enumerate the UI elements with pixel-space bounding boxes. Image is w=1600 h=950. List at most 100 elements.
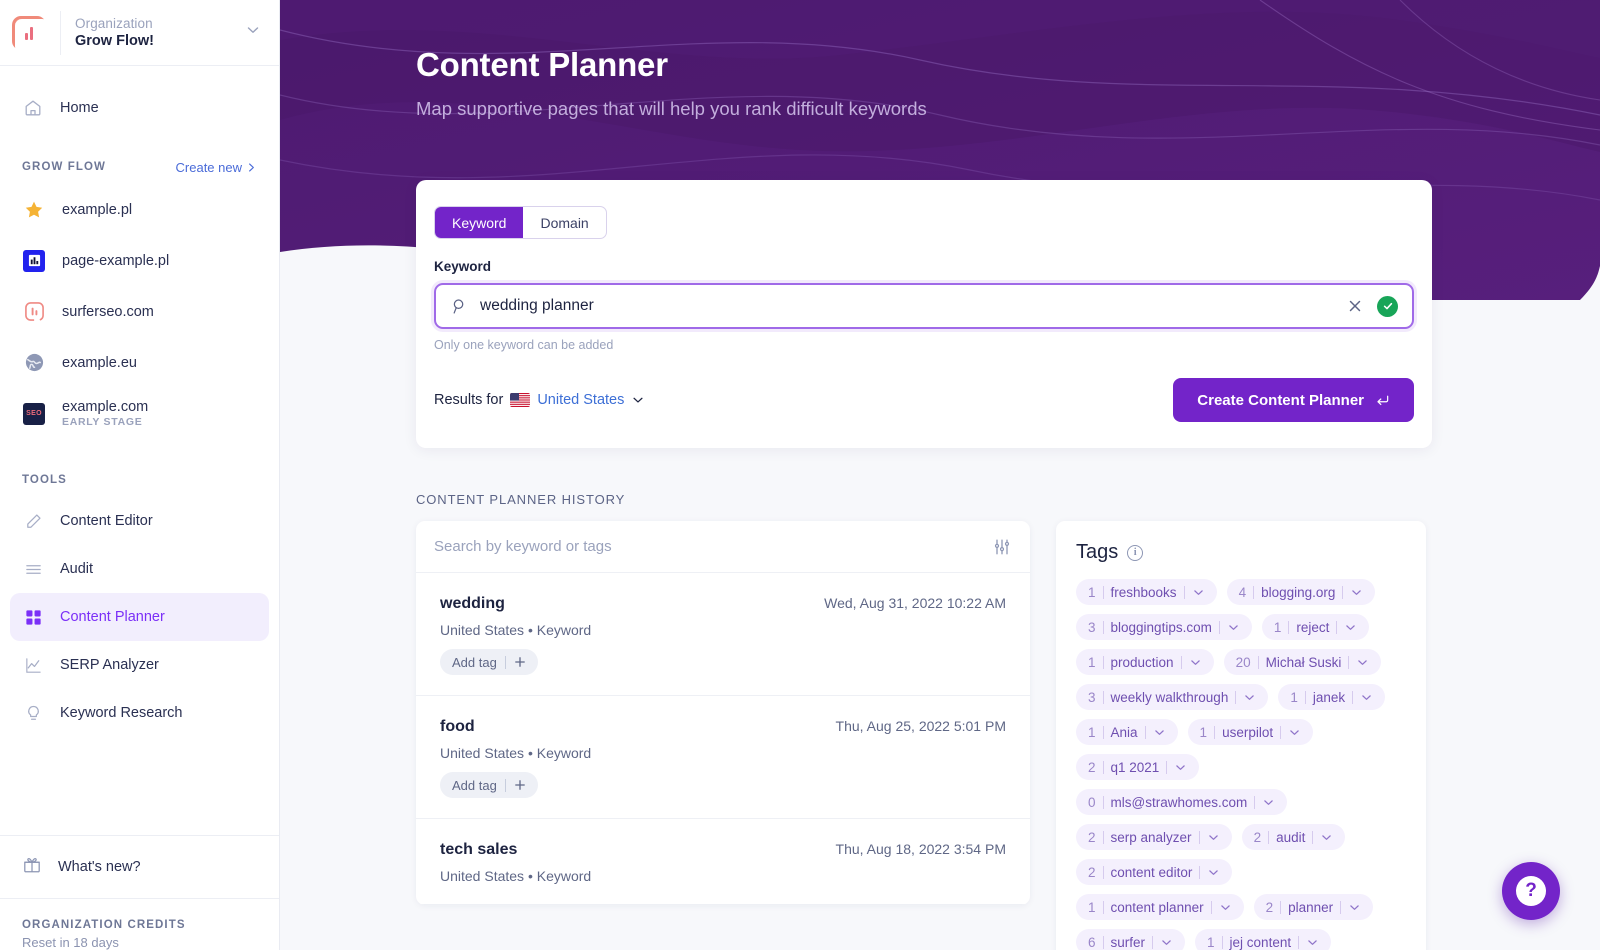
info-circle-icon[interactable]: i <box>1127 545 1143 561</box>
sliders-icon[interactable] <box>992 537 1012 557</box>
chevron-right-icon <box>246 162 257 173</box>
chevron-down-icon[interactable] <box>1243 691 1256 704</box>
tag-pill[interactable]: 1 jej content <box>1195 929 1331 950</box>
history-search-input[interactable]: Search by keyword or tags <box>434 538 612 555</box>
line-chart-icon <box>22 654 44 676</box>
chevron-down-icon[interactable] <box>1160 936 1173 949</box>
close-x-icon[interactable] <box>1347 298 1363 314</box>
tag-label: planner <box>1288 900 1333 915</box>
chevron-down-icon[interactable] <box>1344 621 1357 634</box>
whats-new-button[interactable]: What's new? <box>0 835 279 899</box>
tag-count: 20 <box>1236 655 1251 670</box>
tag-pill[interactable]: 20 Michał Suski <box>1224 649 1382 675</box>
tag-label: Michał Suski <box>1266 655 1342 670</box>
chevron-down-icon[interactable] <box>1350 586 1363 599</box>
tag-pill[interactable]: 2content editor <box>1076 859 1232 885</box>
chevron-down-icon[interactable] <box>1227 621 1240 634</box>
chevron-down-icon[interactable] <box>1207 866 1220 879</box>
sidebar-item-keyword-research[interactable]: Keyword Research <box>10 689 269 737</box>
tag-pill[interactable]: 1production <box>1076 649 1214 675</box>
sidebar-item-content-editor[interactable]: Content Editor <box>10 497 269 545</box>
organization-name: Grow Flow! <box>75 33 154 49</box>
sidebar-project-surferseo-com[interactable]: surferseo.com <box>0 286 279 337</box>
chevron-down-icon[interactable] <box>1320 831 1333 844</box>
tag-label: bloggingtips.com <box>1111 620 1212 635</box>
organization-switcher[interactable]: Organization Grow Flow! <box>0 0 279 66</box>
tag-pill[interactable]: 2q1 2021 <box>1076 754 1199 780</box>
tag-count: 2 <box>1088 830 1096 845</box>
tag-label: production <box>1111 655 1174 670</box>
chevron-down-icon[interactable] <box>1360 691 1373 704</box>
history-search-bar[interactable]: Search by keyword or tags <box>416 521 1030 573</box>
tag-pill[interactable]: 1freshbooks <box>1076 579 1217 605</box>
results-for: Results for United States <box>434 392 645 408</box>
tag-pill[interactable]: 3weekly walkthrough <box>1076 684 1268 710</box>
pencil-icon <box>22 510 44 532</box>
chevron-down-icon[interactable] <box>1192 586 1205 599</box>
tag-pill[interactable]: 0mls@strawhomes.com <box>1076 789 1287 815</box>
sidebar-item-content-planner[interactable]: Content Planner <box>10 593 269 641</box>
tag-pill[interactable]: 2serp analyzer <box>1076 824 1232 850</box>
chevron-down-icon[interactable] <box>1306 936 1319 949</box>
chevron-down-icon[interactable] <box>1207 831 1220 844</box>
country-selector[interactable]: United States <box>537 392 624 408</box>
history-row[interactable]: tech sales Thu, Aug 18, 2022 3:54 PM Uni… <box>416 819 1030 905</box>
tag-label: Ania <box>1111 725 1138 740</box>
divider <box>60 11 61 55</box>
chevron-down-icon[interactable] <box>1262 796 1275 809</box>
mode-toggle[interactable]: Keyword Domain <box>434 206 607 239</box>
tag-pill[interactable]: 1userpilot <box>1188 719 1314 745</box>
tag-pill[interactable]: 6surfer <box>1076 929 1185 950</box>
tag-count: 4 <box>1239 585 1247 600</box>
chevron-down-icon[interactable] <box>1174 761 1187 774</box>
help-button[interactable]: ? <box>1502 862 1560 920</box>
sidebar-item-home[interactable]: Home <box>10 84 269 132</box>
chevron-down-icon[interactable] <box>1356 656 1369 669</box>
add-tag-button[interactable]: Add tag <box>440 649 538 675</box>
tab-domain[interactable]: Domain <box>523 207 605 238</box>
history-row[interactable]: wedding Wed, Aug 31, 2022 10:22 AM Unite… <box>416 573 1030 696</box>
content-planner-history-card: Search by keyword or tags wedding Wed, <box>416 521 1030 905</box>
surfer-logo-icon <box>22 300 46 324</box>
chevron-down-icon[interactable] <box>1348 901 1361 914</box>
tag-pill[interactable]: 3bloggingtips.com <box>1076 614 1252 640</box>
tag-pill[interactable]: 1janek <box>1278 684 1385 710</box>
sidebar-item-audit[interactable]: Audit <box>10 545 269 593</box>
tag-label: jej content <box>1230 935 1292 950</box>
sidebar-project-example-pl[interactable]: example.pl <box>0 184 279 235</box>
tag-label: janek <box>1313 690 1345 705</box>
tag-pill[interactable]: 1reject <box>1262 614 1370 640</box>
tag-count: 0 <box>1088 795 1096 810</box>
page-title: Content Planner <box>416 46 927 84</box>
tag-label: freshbooks <box>1111 585 1177 600</box>
create-content-planner-button[interactable]: Create Content Planner <box>1173 378 1414 422</box>
keyword-input[interactable]: wedding planner <box>434 283 1414 329</box>
history-row[interactable]: food Thu, Aug 25, 2022 5:01 PM United St… <box>416 696 1030 819</box>
chevron-down-icon[interactable] <box>245 22 261 43</box>
add-tag-button[interactable]: Add tag <box>440 772 538 798</box>
chevron-down-icon[interactable] <box>1219 901 1232 914</box>
tag-pill[interactable]: 2audit <box>1242 824 1346 850</box>
tag-pill[interactable]: 1Ania <box>1076 719 1178 745</box>
chevron-down-icon[interactable] <box>1288 726 1301 739</box>
tag-count: 1 <box>1207 935 1215 950</box>
keyword-input-value[interactable]: wedding planner <box>480 297 1347 315</box>
tag-label: weekly walkthrough <box>1111 690 1229 705</box>
tag-pill[interactable]: 1content planner <box>1076 894 1244 920</box>
tag-label: content planner <box>1111 900 1204 915</box>
sidebar-project-example-com[interactable]: SEO example.com EARLY STAGE <box>0 388 279 439</box>
search-card-footer: Results for United States Create Content… <box>434 378 1414 422</box>
chevron-down-icon[interactable] <box>631 393 645 407</box>
tab-keyword[interactable]: Keyword <box>435 207 523 238</box>
sidebar-project-page-example-pl[interactable]: page-example.pl <box>0 235 279 286</box>
sidebar-item-label: Content Planner <box>60 609 165 625</box>
sidebar-item-serp-analyzer[interactable]: SERP Analyzer <box>10 641 269 689</box>
chevron-down-icon[interactable] <box>1153 726 1166 739</box>
sidebar-project-example-eu[interactable]: example.eu <box>0 337 279 388</box>
tag-pill[interactable]: 2planner <box>1254 894 1374 920</box>
tag-pill[interactable]: 4blogging.org <box>1227 579 1376 605</box>
project-name: example.com <box>62 399 148 415</box>
history-keyword: wedding <box>440 595 505 613</box>
create-new-button[interactable]: Create new <box>176 160 257 175</box>
chevron-down-icon[interactable] <box>1189 656 1202 669</box>
